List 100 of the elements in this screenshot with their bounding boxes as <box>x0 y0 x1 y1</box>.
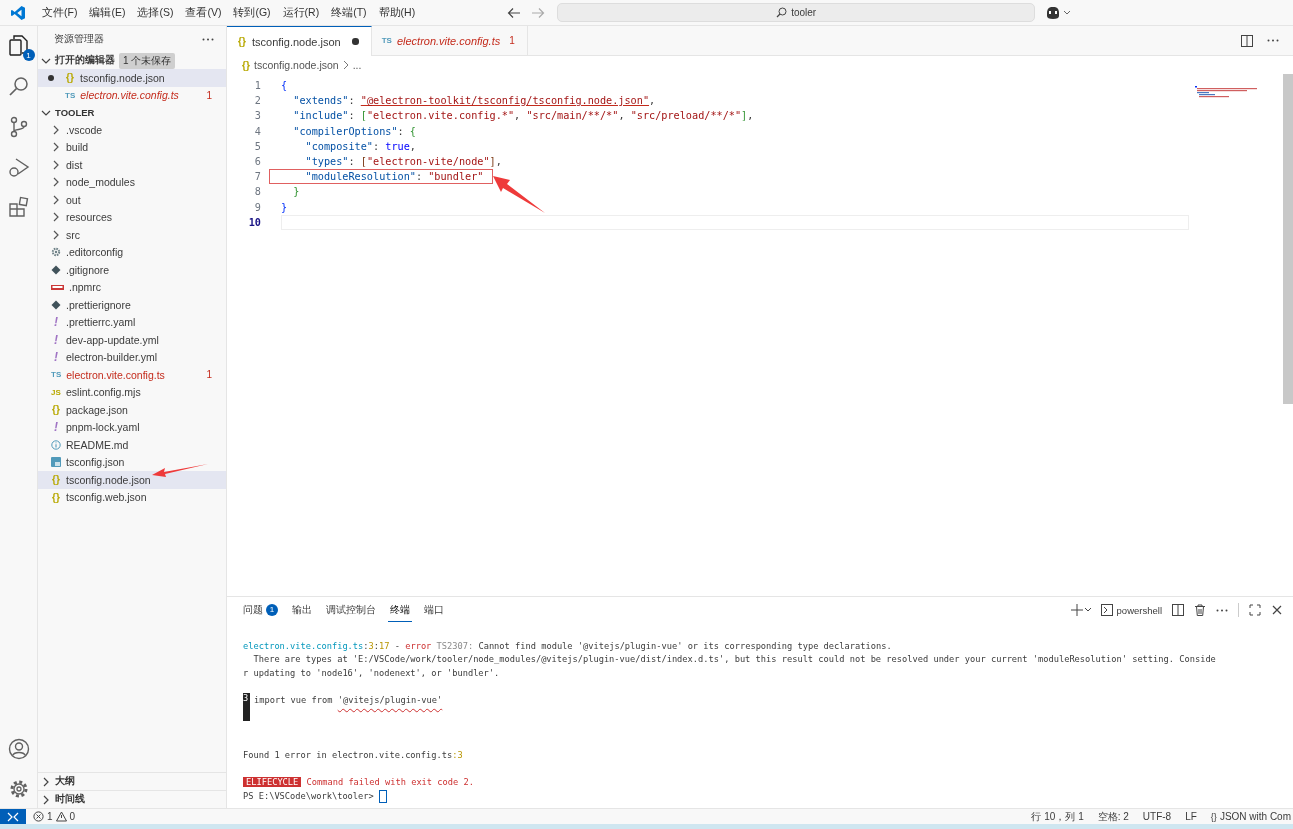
file-name: src <box>66 228 80 241</box>
file-name: electron.vite.config.ts <box>66 368 165 381</box>
editor-tab[interactable]: {} tsconfig.node.json <box>227 26 372 56</box>
file-item[interactable]: ! .prettierrc.yaml <box>38 313 226 331</box>
exclamation-icon: ! <box>51 332 61 347</box>
split-editor-icon[interactable] <box>1241 34 1253 47</box>
panel-tab[interactable]: 端口 <box>422 598 446 622</box>
folder-item[interactable]: dist <box>38 156 226 174</box>
back-arrow-icon[interactable] <box>507 6 522 19</box>
open-editor-item[interactable]: {} tsconfig.node.json <box>38 69 226 87</box>
file-item[interactable]: {} tsconfig.web.json <box>38 488 226 506</box>
section-title: TOOLER <box>55 107 95 118</box>
status-item[interactable]: LF <box>1178 811 1204 822</box>
code-line: "include": ["electron.vite.config.*", "src/main/**/*", "src/preload/**/*"], <box>292 110 754 122</box>
folder-item[interactable]: node_modules <box>38 173 226 191</box>
command-search-field[interactable]: tooler <box>557 3 1036 22</box>
braces-icon: {} <box>241 59 251 71</box>
menu-item[interactable]: 查看(V) <box>179 5 228 20</box>
menu-item[interactable]: 编辑(E) <box>83 5 132 20</box>
copilot-icon[interactable] <box>1045 5 1072 20</box>
status-item[interactable]: 行 10，列 1 <box>1024 809 1091 824</box>
file-name: tsconfig.node.json <box>80 71 165 84</box>
file-item[interactable]: .editorconfig <box>38 243 226 261</box>
warning-icon <box>55 811 67 822</box>
chevron-right-icon <box>51 212 61 223</box>
gear-icon <box>51 247 61 258</box>
file-item[interactable]: .gitignore <box>38 261 226 279</box>
problems-status[interactable]: 1 0 <box>26 811 83 822</box>
menu-item[interactable]: 转到(G) <box>227 5 277 20</box>
folder-item[interactable]: .vscode <box>38 121 226 139</box>
file-item[interactable]: {} tsconfig.node.json <box>38 471 226 489</box>
section-header[interactable]: 大纲 <box>38 772 226 790</box>
code-line: } <box>281 201 288 213</box>
panel-tab[interactable]: 输出 <box>290 598 314 622</box>
folder-item[interactable]: resources <box>38 208 226 226</box>
menu-item[interactable]: 选择(S) <box>131 5 180 20</box>
run-debug-icon[interactable] <box>7 156 30 178</box>
panel-tab[interactable]: 终端 <box>388 598 412 622</box>
folder-item[interactable]: src <box>38 226 226 244</box>
explorer-icon[interactable] <box>7 34 30 58</box>
code-line: "moduleResolution": "bundler" <box>271 171 492 183</box>
file-item[interactable]: .prettierignore <box>38 296 226 314</box>
language-mode[interactable]: {} JSON with Com <box>1203 811 1293 822</box>
terminal-cursor <box>379 789 387 803</box>
file-name: electron-builder.yml <box>66 351 158 364</box>
file-name: dev-app-update.yml <box>66 333 159 346</box>
chevron-right-icon <box>51 124 61 135</box>
status-item[interactable]: 空格: 2 <box>1090 809 1136 824</box>
folder-item[interactable]: build <box>38 138 226 156</box>
section-header[interactable]: TOOLER <box>38 104 226 121</box>
more-actions-icon[interactable] <box>1267 39 1279 42</box>
menu-item[interactable]: 运行(R) <box>276 5 326 20</box>
terminal-line: Found 1 error in electron.vite.config.ts:3 <box>243 750 463 761</box>
error-icon <box>33 811 44 822</box>
terminal-line: There are types at 'E:/VSCode/work/tooler/node_modules/@vitejs/plugin-vue/dist/index.d.ts', but this result could not be resolved under your current 'moduleResolution' setting. Conside <box>252 654 1216 665</box>
file-name: tsconfig.web.json <box>66 491 147 504</box>
more-actions-icon[interactable] <box>202 37 214 41</box>
scrollbar[interactable] <box>1283 74 1293 404</box>
file-item[interactable]: README.md <box>38 436 226 454</box>
add-terminal-icon[interactable] <box>1070 604 1091 616</box>
section-header[interactable]: 打开的编辑器 1 个未保存 <box>38 52 226 69</box>
file-item[interactable]: TS electron.vite.config.ts 1 <box>38 366 226 384</box>
status-item[interactable]: UTF-8 <box>1135 811 1179 822</box>
config-icon <box>51 457 61 468</box>
terminal-line: r updating to 'node16', 'nodenext', or 'bundler'. <box>243 667 500 678</box>
menu-item[interactable]: 文件(F) <box>36 5 84 20</box>
panel-tab[interactable]: 调试控制台 <box>324 598 378 622</box>
file-item[interactable]: {} package.json <box>38 401 226 419</box>
folder-item[interactable]: out <box>38 191 226 209</box>
npm-icon <box>51 284 64 290</box>
file-item[interactable]: ! electron-builder.yml <box>38 348 226 366</box>
chevron-right-icon <box>51 229 61 240</box>
file-name: .prettierignore <box>66 298 131 311</box>
remote-button[interactable] <box>0 809 26 824</box>
editor-tab[interactable]: TS electron.vite.config.ts 1 <box>371 26 528 55</box>
file-item[interactable]: tsconfig.json <box>38 453 226 471</box>
file-item[interactable]: JS eslint.config.mjs <box>38 383 226 401</box>
close-icon[interactable] <box>1271 604 1283 616</box>
file-item[interactable]: ! dev-app-update.yml <box>38 331 226 349</box>
terminal-line: electron.vite.config.ts:3:17 - error TS2307: Cannot find module '@vitejs/plugin-vue' or its corresponding type declarations. <box>243 640 892 651</box>
menu-item[interactable]: 终端(T) <box>325 5 373 20</box>
file-item[interactable]: .npmrc <box>38 278 226 296</box>
ts-icon: TS <box>65 90 76 100</box>
more-actions-icon[interactable] <box>1216 608 1228 612</box>
panel-tab[interactable]: 问题 1 <box>241 598 280 622</box>
split-terminal-icon[interactable] <box>1172 604 1184 616</box>
terminal-selector[interactable]: powershell <box>1100 604 1162 616</box>
terminal-line: ELIFECYCLE Command failed with exit code 2. <box>243 777 474 788</box>
account-icon[interactable] <box>7 738 30 760</box>
trash-icon[interactable] <box>1194 604 1206 616</box>
open-editor-item[interactable]: TS electron.vite.config.ts 1 <box>38 86 226 104</box>
diamond-icon <box>51 264 61 275</box>
extensions-icon[interactable] <box>7 196 30 218</box>
maximize-icon[interactable] <box>1249 604 1261 616</box>
breadcrumb-item[interactable]: ... <box>352 59 362 71</box>
search-icon[interactable] <box>7 76 30 98</box>
breadcrumb-item[interactable]: tsconfig.node.json <box>254 59 339 71</box>
search-icon <box>776 7 788 18</box>
file-item[interactable]: ! pnpm-lock.yaml <box>38 418 226 436</box>
menu-item[interactable]: 帮助(H) <box>372 5 422 20</box>
